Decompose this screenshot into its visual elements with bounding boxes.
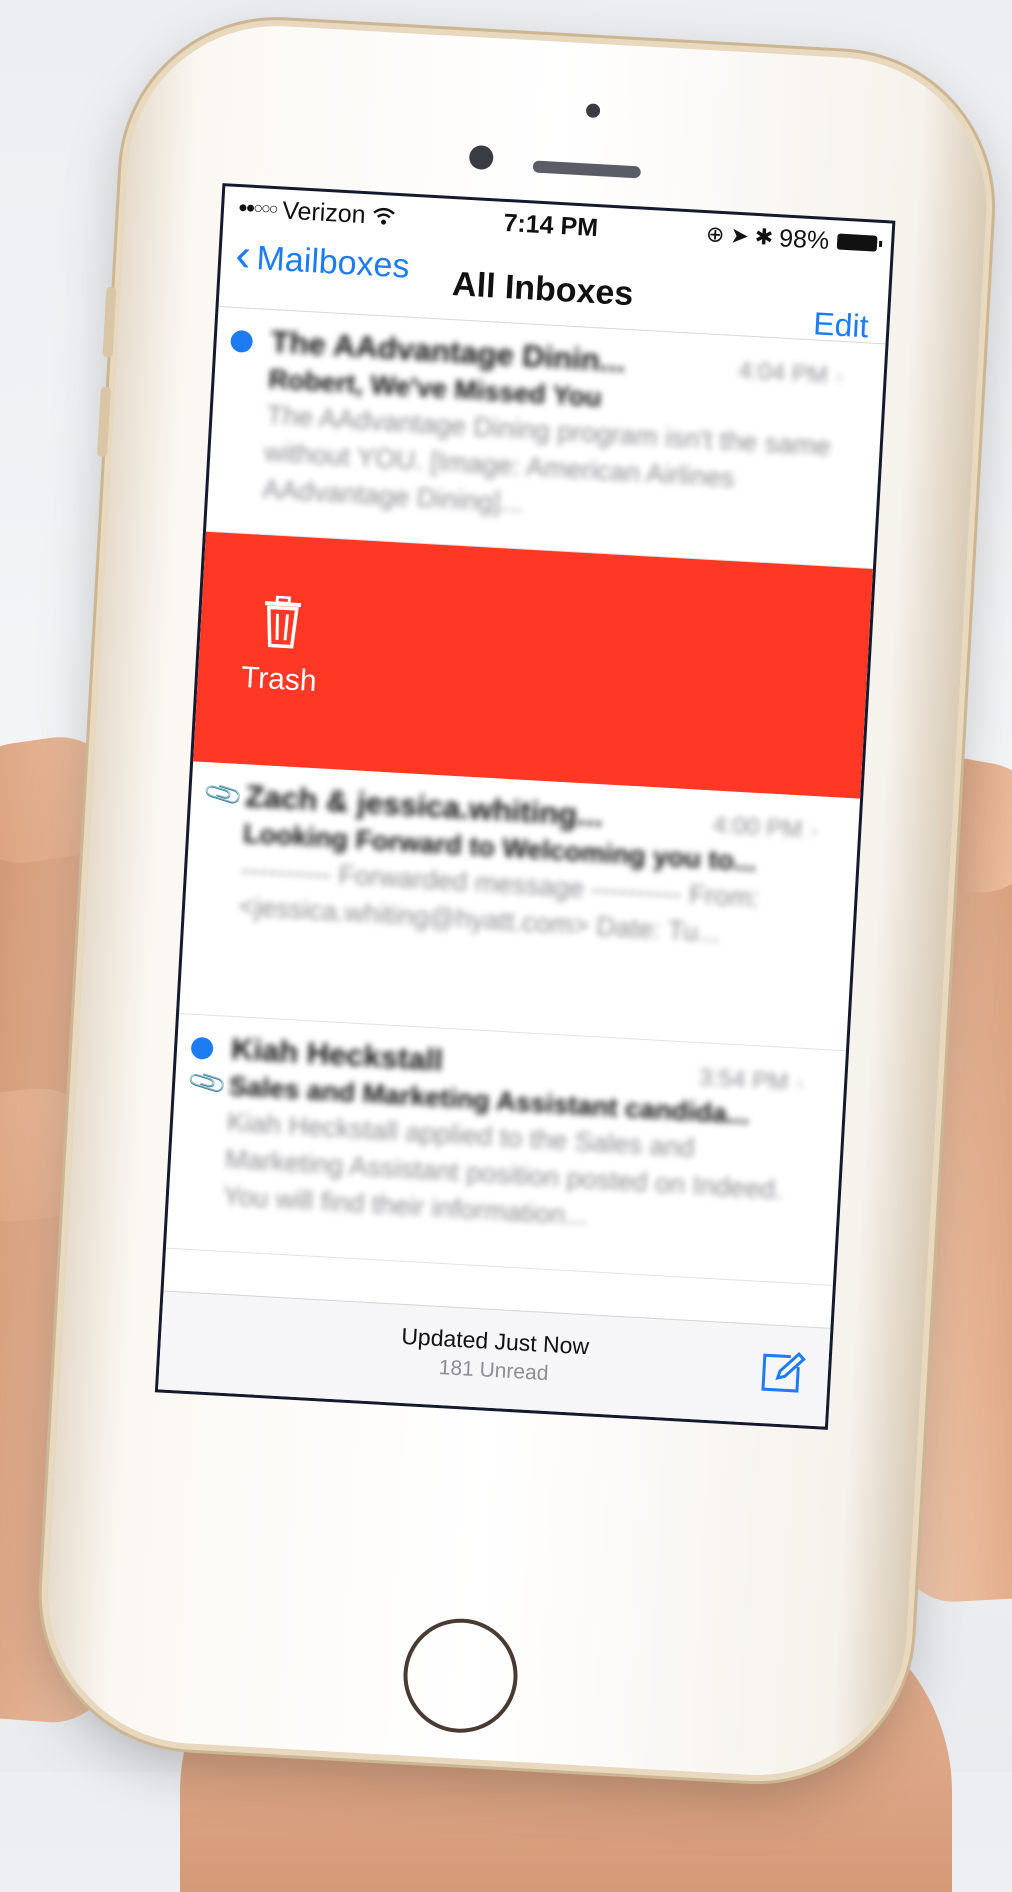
battery-icon <box>836 233 878 252</box>
message-row[interactable]: 📎 Zach & jessica.whiting... 4:00 PM › Loo… <box>179 761 861 1052</box>
chevron-right-icon: › <box>795 1069 805 1097</box>
page-title: All Inboxes <box>451 265 635 314</box>
rotation-lock-icon: ⊕ <box>705 221 726 248</box>
message-row[interactable]: The AAdvantage Dinin... 4:04 PM › Robert,… <box>205 307 886 569</box>
trash-icon <box>264 595 302 649</box>
message-time: 3:54 PM <box>698 1064 789 1097</box>
wifi-icon <box>373 207 395 225</box>
message-row[interactable]: 📎 Kiah Heckstall 3:54 PM › Sales and Mark… <box>165 1013 846 1286</box>
message-time: 4:00 PM <box>712 811 804 844</box>
chevron-left-icon: ‹ <box>234 227 253 281</box>
location-icon: ➤ <box>729 222 750 249</box>
paperclip-icon: 📎 <box>185 1061 229 1105</box>
phone-wrapper: ●●○○○ Verizon 7:14 PM ⊕ ➤ ✱ 98% ‹ Mailbo… <box>0 0 1012 1799</box>
chevron-right-icon: › <box>834 362 845 391</box>
paperclip-icon: 📎 <box>201 772 245 816</box>
swipe-action-row: Trash <box>193 531 873 799</box>
earpiece-speaker <box>532 160 642 179</box>
front-camera <box>468 144 494 171</box>
compose-icon <box>761 1351 806 1393</box>
trash-button[interactable]: Trash <box>223 593 338 700</box>
home-button[interactable] <box>400 1615 521 1736</box>
signal-strength-icon: ●●○○○ <box>237 199 277 219</box>
bottom-toolbar: Updated Just Now 181 Unread <box>158 1290 831 1427</box>
battery-percent: 98% <box>778 223 830 255</box>
back-label: Mailboxes <box>255 238 411 286</box>
phone-screen: ●●○○○ Verizon 7:14 PM ⊕ ➤ ✱ 98% ‹ Mailbo… <box>154 183 896 1430</box>
compose-button[interactable] <box>759 1347 807 1395</box>
volume-button <box>102 286 117 358</box>
bluetooth-icon: ✱ <box>754 223 774 250</box>
carrier-name: Verizon <box>281 195 367 229</box>
message-time: 4:04 PM <box>737 357 829 390</box>
iphone-body: ●●○○○ Verizon 7:14 PM ⊕ ➤ ✱ 98% ‹ Mailbo… <box>39 17 995 1784</box>
edit-button[interactable]: Edit <box>812 305 869 345</box>
volume-button <box>97 386 111 458</box>
unread-dot-icon <box>190 1036 214 1060</box>
back-to-mailboxes-button[interactable]: ‹ Mailboxes <box>234 228 411 287</box>
unread-dot-icon <box>230 329 254 354</box>
status-time: 7:14 PM <box>502 208 599 242</box>
message-sender: Kiah Heckstall <box>230 1030 444 1078</box>
proximity-sensor <box>585 103 601 119</box>
chevron-right-icon: › <box>809 816 819 845</box>
trash-label: Trash <box>240 660 318 699</box>
